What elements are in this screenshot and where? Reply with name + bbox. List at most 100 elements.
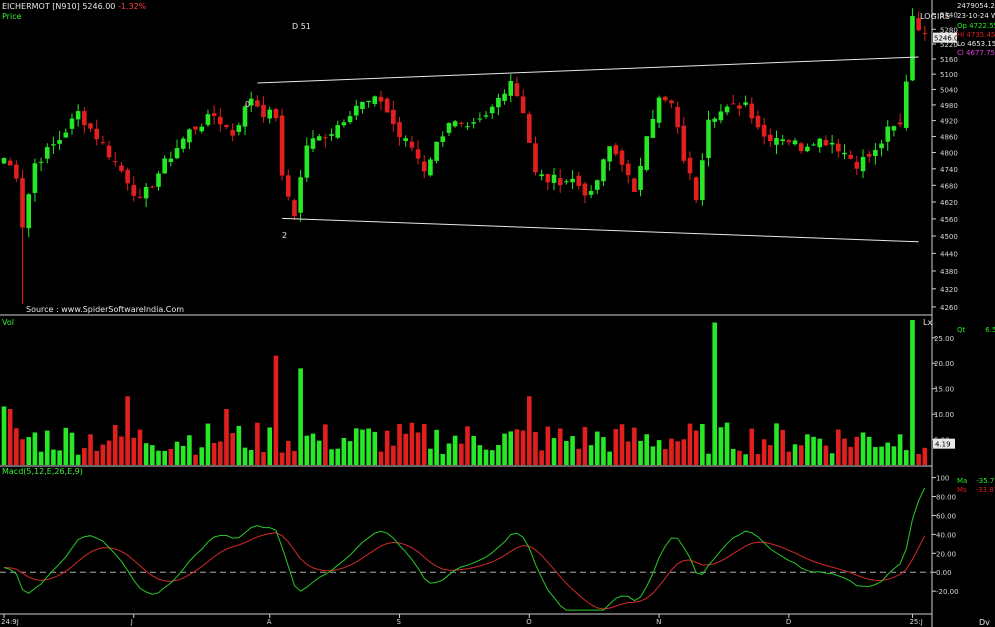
volume-bar (916, 453, 921, 465)
volume-bar (724, 422, 730, 465)
volume-bar (236, 425, 242, 465)
candle-body (156, 173, 161, 187)
volume-bar (51, 449, 56, 465)
volume-bar (26, 437, 32, 465)
volume-bar (292, 451, 297, 465)
candle-body (576, 175, 582, 186)
info-open: Op 4722.55 (957, 22, 995, 30)
candle-body (372, 96, 378, 104)
volume-bar (199, 447, 205, 465)
volume-bar (761, 439, 767, 465)
volume-bar (842, 438, 847, 465)
volume-bar (415, 432, 421, 465)
candle-body (792, 140, 798, 145)
candle-body (805, 146, 810, 152)
candle-body (755, 115, 761, 128)
volume-bar (261, 452, 266, 465)
volume-bar (57, 450, 62, 465)
irs-toggle[interactable]: IRS (937, 12, 950, 21)
log-toggle[interactable]: LOG (920, 12, 937, 21)
volume-bar (885, 442, 891, 465)
price-tick-label: 4740 (940, 166, 958, 174)
volume-bar (798, 445, 804, 465)
candle-body (656, 97, 662, 123)
candle-body (910, 16, 915, 81)
volume-bar (32, 432, 38, 465)
volume-bar (143, 443, 149, 465)
candle-body (471, 122, 476, 124)
vol-marker-label: 4.19 (935, 441, 951, 449)
candle-body (434, 141, 439, 161)
volume-bar (601, 437, 606, 465)
candle-body (693, 177, 699, 201)
volume-bar (879, 446, 884, 465)
candle-body (174, 148, 180, 159)
candle-body (854, 161, 860, 169)
candle-body (193, 126, 198, 130)
volume-bar (298, 368, 303, 465)
volume-tick-label: 15.00 (934, 386, 954, 394)
price-tick-label: 4260 (940, 304, 958, 312)
volume-bar (582, 427, 588, 465)
volume-bar (88, 434, 93, 465)
volume-bar (465, 426, 470, 465)
volume-bar (471, 435, 476, 465)
candle-body (32, 163, 38, 193)
volume-tick-label: 20.00 (934, 360, 954, 368)
candle-body (20, 178, 25, 228)
candle-body (681, 125, 687, 161)
candle-body (885, 126, 891, 142)
signal-value: Ms -33.87 (957, 486, 995, 494)
price-tick-label: 4800 (940, 150, 958, 158)
info-close: Cl 4677.75 (957, 49, 995, 57)
volume-bar (644, 434, 650, 465)
volume-bar (774, 423, 779, 465)
volume-bar (211, 443, 217, 465)
candle-body (879, 143, 884, 149)
volume-bar (267, 427, 273, 465)
candle-body (817, 138, 823, 148)
candle-body (730, 103, 736, 105)
candle-body (143, 187, 149, 199)
volume-bar (193, 454, 198, 465)
price-tick-label: 4980 (940, 102, 958, 110)
volume-bar (805, 434, 810, 465)
volume-bar (180, 445, 186, 465)
lx-label: Lx (923, 318, 933, 327)
study-label: D 51 (292, 22, 311, 31)
candle-body (440, 136, 446, 142)
candle-body (823, 140, 829, 146)
candle-body (675, 106, 680, 128)
candle-body (279, 115, 285, 176)
volume-bar (63, 427, 69, 465)
volume-bar (866, 436, 872, 465)
candle-body (638, 165, 643, 190)
volume-bar (551, 438, 557, 465)
volume-bar (310, 433, 316, 465)
candle-body (403, 138, 408, 141)
volume-bar (156, 450, 161, 465)
volume-tick-label: 10.00 (934, 411, 954, 419)
volume-bar (434, 429, 439, 465)
volume-bar (903, 450, 909, 465)
volume-bar (106, 440, 112, 465)
volume-bar (187, 435, 192, 465)
volume-bar (681, 439, 687, 465)
macd-tick-label: 40.00 (936, 531, 956, 539)
macd-tick-label: -20.00 (936, 588, 959, 596)
candle-body (527, 113, 532, 143)
candle-body (131, 184, 137, 196)
candle-body (718, 111, 724, 121)
candle-body (267, 109, 273, 119)
candle-body (502, 93, 507, 101)
volume-bar (613, 429, 619, 465)
volume-bar (230, 433, 235, 465)
volume-bar (520, 430, 526, 465)
candle-body (273, 109, 279, 119)
price-tick-label: 4320 (940, 286, 958, 294)
volume-bar (848, 446, 853, 465)
candle-body (150, 186, 155, 188)
candle-body (842, 152, 847, 155)
volume-bar (638, 440, 643, 465)
candle-body (409, 141, 415, 148)
